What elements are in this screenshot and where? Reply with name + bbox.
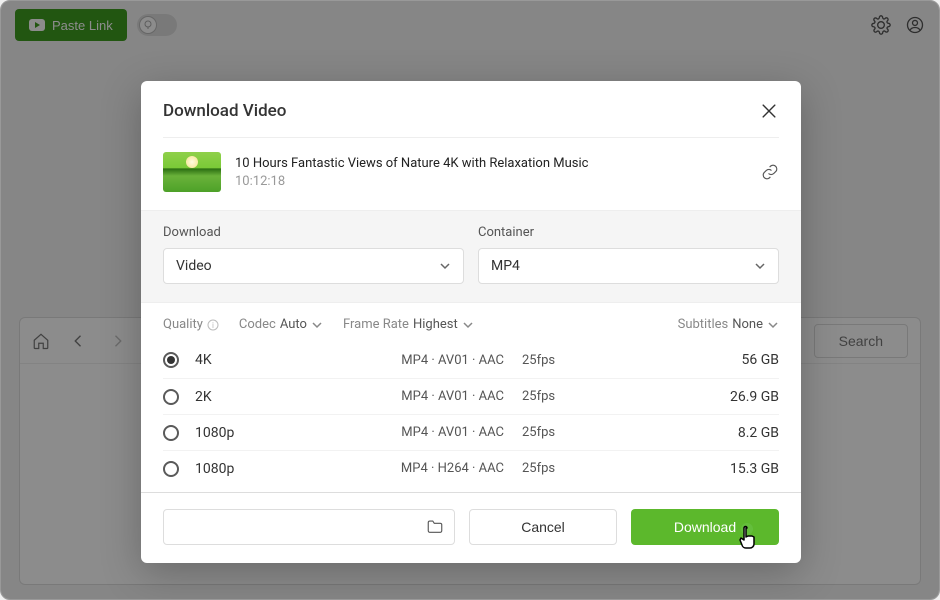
info-icon[interactable]: i bbox=[207, 319, 219, 331]
quality-label: 4K bbox=[195, 352, 372, 368]
chevron-down-icon bbox=[311, 319, 323, 331]
download-type-value: Video bbox=[176, 258, 212, 274]
framerate-value: Highest bbox=[413, 317, 458, 332]
chevron-down-icon bbox=[462, 319, 474, 331]
quality-label: Quality bbox=[163, 317, 203, 332]
quality-row[interactable]: 2KMP4 · AV01 · AAC25fps26.9 GB bbox=[163, 378, 779, 414]
download-dialog: Download Video 10 Hours Fantastic Views … bbox=[141, 81, 801, 563]
quality-fps: 25fps bbox=[522, 353, 602, 368]
quality-row[interactable]: 4KMP4 · AV01 · AAC25fps56 GB bbox=[163, 342, 779, 378]
cancel-button[interactable]: Cancel bbox=[469, 509, 617, 545]
quality-filter: Quality i bbox=[163, 317, 219, 332]
codec-select[interactable]: Codec Auto bbox=[239, 317, 323, 332]
quality-label: 1080p bbox=[195, 461, 372, 477]
video-thumbnail bbox=[163, 152, 221, 192]
quality-codec: MP4 · H264 · AAC bbox=[372, 461, 522, 476]
quality-fps: 25fps bbox=[522, 425, 602, 440]
subtitles-select[interactable]: Subtitles None bbox=[678, 317, 779, 332]
quality-size: 56 GB bbox=[602, 352, 779, 368]
chevron-down-icon bbox=[754, 260, 766, 272]
cursor-pointer-icon bbox=[737, 523, 765, 555]
quality-codec: MP4 · AV01 · AAC bbox=[372, 353, 522, 368]
codec-label: Codec bbox=[239, 317, 276, 332]
quality-size: 15.3 GB bbox=[602, 461, 779, 477]
container-value: MP4 bbox=[491, 258, 520, 274]
subtitles-value: None bbox=[732, 317, 763, 332]
download-type-select[interactable]: Video bbox=[163, 248, 464, 284]
framerate-select[interactable]: Frame Rate Highest bbox=[343, 317, 474, 332]
radio-button[interactable] bbox=[163, 352, 179, 368]
framerate-label: Frame Rate bbox=[343, 317, 409, 332]
quality-fps: 25fps bbox=[522, 389, 602, 404]
download-button-label: Download bbox=[674, 519, 736, 535]
radio-button[interactable] bbox=[163, 461, 179, 477]
quality-row[interactable]: 1080pMP4 · H264 · AAC25fps15.3 GB bbox=[163, 450, 779, 486]
quality-label: 2K bbox=[195, 389, 372, 405]
dialog-title: Download Video bbox=[163, 101, 286, 121]
cancel-label: Cancel bbox=[521, 519, 565, 535]
quality-size: 8.2 GB bbox=[602, 425, 779, 441]
download-button[interactable]: Download bbox=[631, 509, 779, 545]
link-icon[interactable] bbox=[761, 163, 779, 181]
quality-row[interactable]: 1080pMP4 · AV01 · AAC25fps8.2 GB bbox=[163, 414, 779, 450]
codec-value: Auto bbox=[280, 317, 307, 332]
subtitles-label: Subtitles bbox=[678, 317, 729, 332]
download-type-label: Download bbox=[163, 225, 464, 240]
save-path-input[interactable] bbox=[163, 509, 455, 545]
close-icon[interactable] bbox=[759, 101, 779, 121]
quality-fps: 25fps bbox=[522, 461, 602, 476]
quality-codec: MP4 · AV01 · AAC bbox=[372, 425, 522, 440]
container-select[interactable]: MP4 bbox=[478, 248, 779, 284]
quality-label: 1080p bbox=[195, 425, 372, 441]
quality-codec: MP4 · AV01 · AAC bbox=[372, 389, 522, 404]
video-duration: 10:12:18 bbox=[235, 174, 588, 189]
radio-button[interactable] bbox=[163, 389, 179, 405]
quality-size: 26.9 GB bbox=[602, 389, 779, 405]
video-title: 10 Hours Fantastic Views of Nature 4K wi… bbox=[235, 156, 588, 171]
svg-text:i: i bbox=[212, 321, 214, 330]
chevron-down-icon bbox=[767, 319, 779, 331]
radio-button[interactable] bbox=[163, 425, 179, 441]
chevron-down-icon bbox=[439, 260, 451, 272]
container-label: Container bbox=[478, 225, 779, 240]
folder-icon bbox=[426, 518, 444, 536]
